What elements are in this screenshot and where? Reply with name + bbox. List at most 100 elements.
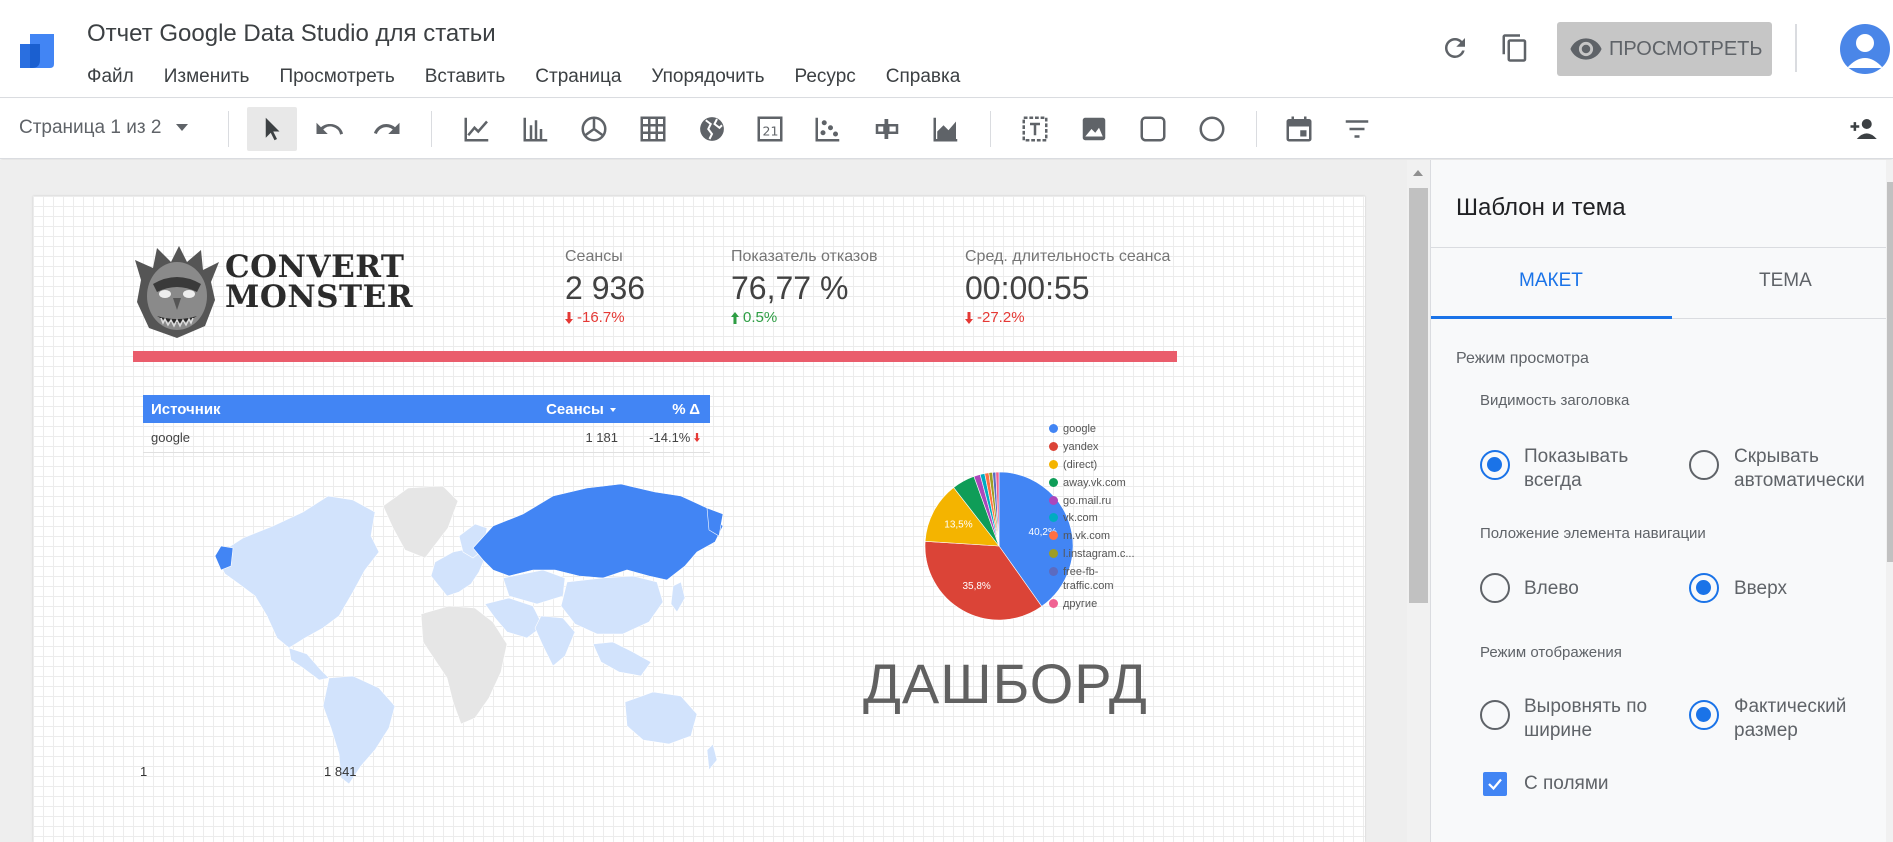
checkbox-with-margins-label[interactable]: С полями (1524, 772, 1609, 796)
scroll-up-arrow-icon[interactable] (1413, 170, 1423, 176)
radio-actual-size-label[interactable]: Фактический размер (1734, 695, 1884, 743)
scorecard-button[interactable]: 21 (750, 110, 790, 148)
time-series-button[interactable] (457, 110, 497, 148)
data-studio-logo[interactable] (18, 30, 56, 70)
pie-chart-button[interactable] (574, 110, 614, 148)
menu-resource[interactable]: Ресурс (795, 66, 856, 88)
image-button[interactable] (1074, 110, 1114, 148)
kpi-sessions[interactable]: Сеансы 2 936 -16.7% (565, 248, 645, 326)
menu-view[interactable]: Просмотреть (279, 66, 394, 88)
source-table[interactable]: Источник Сеансы % Δ google 1 181 -14.1% (143, 395, 710, 453)
bar-chart-button[interactable] (516, 110, 556, 148)
map-region-new-zealand (706, 743, 718, 771)
radio-nav-top-label[interactable]: Вверх (1734, 577, 1787, 601)
scatter-chart-icon (815, 117, 840, 142)
redo-icon (373, 122, 400, 134)
kpi-value: 00:00:55 (965, 270, 1090, 306)
tab-layout[interactable]: МАКЕТ (1519, 270, 1583, 292)
canvas-scrollbar[interactable] (1407, 160, 1430, 842)
text-button[interactable] (1015, 110, 1055, 148)
kpi-delta-value: -16.7% (577, 309, 625, 326)
dashboard-title[interactable]: ДАШБОРД (863, 651, 1148, 716)
copy-icon[interactable] (1500, 33, 1530, 63)
legend-item[interactable]: m.vk.com (1049, 529, 1169, 543)
radio-show-always[interactable] (1480, 450, 1510, 480)
legend-item[interactable]: l.instagram.c... (1049, 547, 1169, 561)
legend-label: go.mail.ru (1063, 494, 1112, 507)
table-button[interactable] (633, 110, 673, 148)
column-header-change[interactable]: % Δ (618, 401, 710, 418)
circle-icon (1199, 116, 1225, 142)
menu-insert[interactable]: Вставить (425, 66, 506, 88)
menu-help[interactable]: Справка (886, 66, 961, 88)
menu-page[interactable]: Страница (535, 66, 621, 88)
scrollbar-thumb[interactable] (1887, 182, 1893, 562)
geo-map-button[interactable] (692, 110, 732, 148)
document-title[interactable]: Отчет Google Data Studio для статьи (87, 20, 496, 48)
pie-chart-icon (581, 116, 607, 142)
radio-nav-top[interactable] (1689, 573, 1719, 603)
column-header-source[interactable]: Источник (143, 401, 473, 418)
legend-item[interactable]: vk.com (1049, 511, 1169, 525)
select-tool-button[interactable] (247, 107, 297, 151)
tab-theme[interactable]: ТЕМА (1759, 270, 1812, 292)
radio-nav-left[interactable] (1480, 573, 1510, 603)
legend-item[interactable]: free-fb-traffic.com (1049, 565, 1169, 593)
table-row[interactable]: google 1 181 -14.1% (143, 423, 710, 453)
circle-button[interactable] (1192, 110, 1232, 148)
radio-nav-left-label[interactable]: Влево (1524, 577, 1579, 601)
legend-label: l.instagram.c... (1063, 548, 1135, 561)
table-icon (640, 116, 666, 142)
column-header-sessions[interactable]: Сеансы (473, 401, 618, 418)
map-legend-min: 1 (140, 764, 148, 779)
legend-item[interactable]: yandex (1049, 440, 1169, 454)
map-region-japan (670, 581, 686, 613)
filter-control-button[interactable] (1337, 110, 1377, 148)
view-button[interactable]: ПРОСМОТРЕТЬ (1557, 22, 1772, 76)
kpi-value: 76,77 % (731, 270, 849, 306)
menu-arrange[interactable]: Упорядочить (651, 66, 764, 88)
arrow-down-icon (965, 311, 973, 324)
radio-actual-size[interactable] (1689, 700, 1719, 730)
toolbar-separator (228, 111, 229, 147)
scrollbar-thumb[interactable] (1409, 188, 1428, 603)
accent-bar[interactable] (133, 351, 1177, 362)
bullet-chart-button[interactable] (867, 110, 907, 148)
theme-layout-panel: Шаблон и тема МАКЕТ ТЕМА Режим просмотра… (1430, 160, 1893, 842)
map-legend-max: 1 841 (324, 764, 357, 779)
legend-item[interactable]: другие (1049, 597, 1169, 611)
checkmark-icon (1488, 778, 1502, 791)
legend-item[interactable]: google (1049, 422, 1169, 436)
legend-item[interactable]: (direct) (1049, 458, 1169, 472)
report-page[interactable]: CONVERT MONSTER Сеансы 2 936 -16.7% Пока… (33, 196, 1365, 842)
radio-hide-auto[interactable] (1689, 450, 1719, 480)
refresh-icon[interactable] (1440, 33, 1470, 63)
date-range-button[interactable] (1279, 110, 1319, 148)
checkbox-with-margins[interactable] (1483, 772, 1507, 796)
legend-label: (direct) (1063, 458, 1098, 471)
panel-scrollbar[interactable] (1886, 160, 1893, 842)
radio-show-always-label[interactable]: Показывать всегда (1524, 445, 1674, 493)
kpi-avg-session-duration[interactable]: Сред. длительность сеанса 00:00:55 -27.2… (965, 248, 1170, 326)
rectangle-button[interactable] (1133, 110, 1173, 148)
pie-data-label-2: 13,5% (944, 520, 972, 531)
kpi-bounce-rate[interactable]: Показатель отказов 76,77 % 0.5% (731, 248, 877, 326)
redo-button[interactable] (367, 110, 407, 148)
legend-item[interactable]: away.vk.com (1049, 476, 1169, 490)
menu-edit[interactable]: Изменить (164, 66, 250, 88)
radio-hide-auto-label[interactable]: Скрывать автоматически (1734, 445, 1884, 493)
page-selector[interactable]: Страница 1 из 2 (19, 117, 189, 139)
menu-file[interactable]: Файл (87, 66, 134, 88)
legend-swatch (1049, 477, 1058, 487)
undo-button[interactable] (309, 110, 349, 148)
radio-fit-width[interactable] (1480, 700, 1510, 730)
legend-swatch (1049, 495, 1058, 505)
area-chart-button[interactable] (926, 110, 966, 148)
map-region-africa (420, 605, 508, 725)
radio-fit-width-label[interactable]: Выровнять по ширине (1524, 695, 1674, 743)
legend-item[interactable]: go.mail.ru (1049, 494, 1169, 508)
scatter-chart-button[interactable] (808, 110, 848, 148)
avatar[interactable] (1840, 24, 1890, 74)
geo-map[interactable] (203, 466, 753, 796)
share-button[interactable] (1843, 110, 1883, 148)
